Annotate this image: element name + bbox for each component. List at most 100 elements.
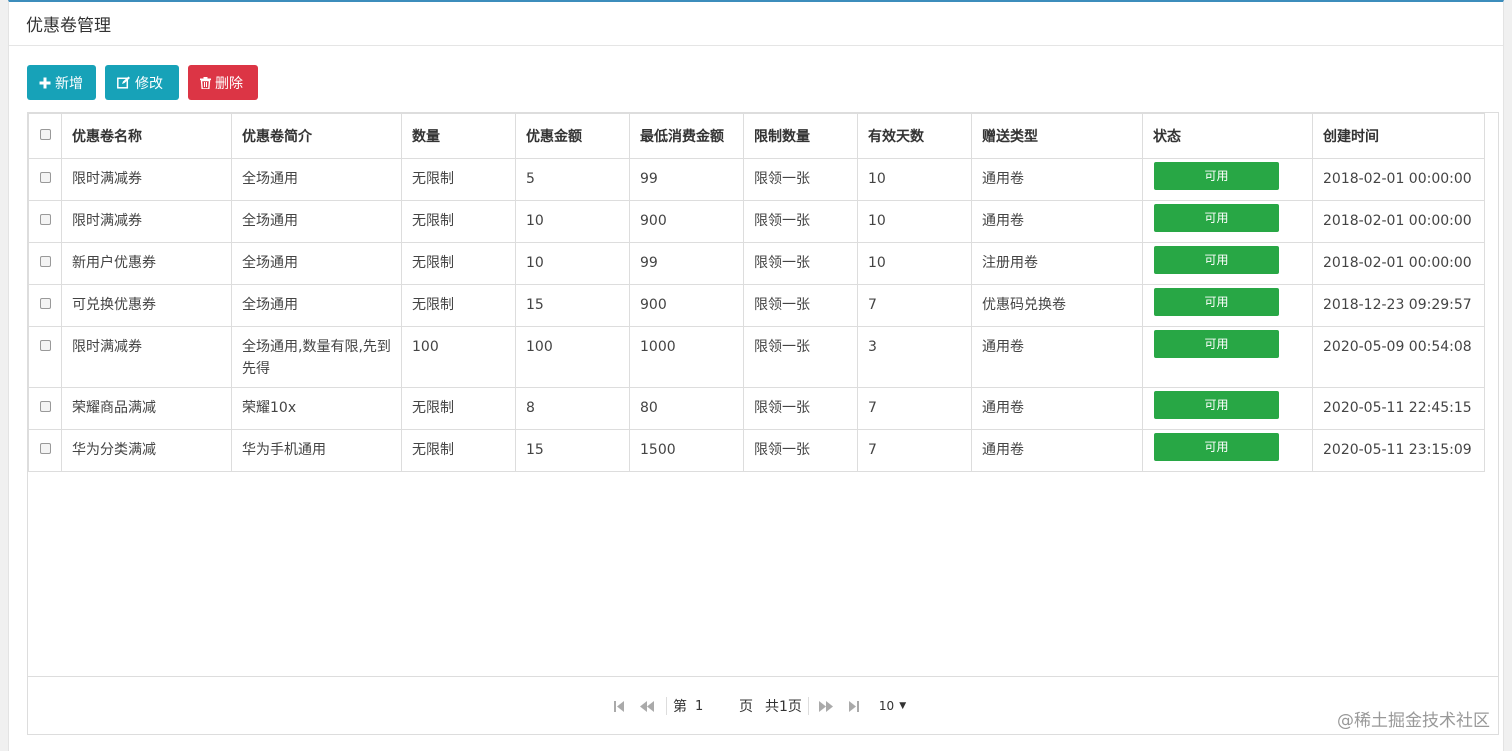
table-cell: 通用卷 (971, 326, 1143, 388)
table-cell: 900 (629, 284, 744, 327)
row-checkbox[interactable] (39, 172, 51, 183)
add-button-label: 新增 (55, 75, 83, 92)
table-cell: 15 (515, 284, 630, 327)
next-page-icon[interactable] (815, 696, 837, 716)
table-cell: 通用卷 (971, 429, 1143, 472)
delete-button-label: 删除 (215, 75, 243, 92)
row-checkbox[interactable] (39, 298, 51, 309)
status-cell: 可用 (1142, 200, 1313, 243)
table-cell: 2020-05-11 23:15:09 (1312, 429, 1485, 472)
prev-page-icon[interactable] (636, 696, 658, 716)
pager-divider (807, 697, 809, 715)
panel-header: 优惠卷管理 (9, 2, 1503, 46)
row-checkbox[interactable] (39, 256, 51, 267)
table-cell: 99 (629, 242, 744, 285)
table-cell: 限领一张 (743, 200, 858, 243)
table-row[interactable]: 可兑换优惠券 全场通用 无限制 15 900 限领一张 7 优惠码兑换卷 可用 2018-12-2… (28, 284, 1485, 327)
table-cell: 8 (515, 387, 630, 430)
table-cell: 15 (515, 429, 630, 472)
status-badge[interactable]: 可用 (1154, 288, 1279, 316)
table-row[interactable]: 新用户优惠券 全场通用 无限制 10 99 限领一张 10 注册用卷 可用 2018-02-01 … (28, 242, 1485, 285)
column-header[interactable]: 数量 (401, 113, 516, 159)
table-cell: 2018-02-01 00:00:00 (1312, 242, 1485, 285)
table-cell: 2020-05-09 00:54:08 (1312, 326, 1485, 388)
table-cell: 无限制 (401, 158, 516, 201)
table-row[interactable]: 限时满减券 全场通用 无限制 5 99 限领一张 10 通用卷 可用 2018-02-01 00:… (28, 158, 1485, 201)
coupon-grid: 优惠卷名称 优惠卷简介 数量 优惠金额 最低消费金额 限制数量 有效天数 赠送类… (27, 112, 1499, 735)
table-cell: 10 (857, 200, 972, 243)
coupon-panel: 优惠卷管理 新增 修改 删除 优惠卷名称 优惠卷简介 数量 优惠金额 最低消费金… (8, 0, 1504, 751)
table-row[interactable]: 华为分类满减 华为手机通用 无限制 15 1500 限领一张 7 通用卷 可用 2020-05-1… (28, 429, 1485, 472)
edit-icon (117, 76, 131, 89)
table-cell: 无限制 (401, 242, 516, 285)
table-cell: 全场通用 (231, 158, 402, 201)
status-badge[interactable]: 可用 (1154, 391, 1279, 419)
table-cell: 优惠码兑换卷 (971, 284, 1143, 327)
table-cell: 限时满减券 (61, 200, 232, 243)
table-cell: 限领一张 (743, 326, 858, 388)
status-badge[interactable]: 可用 (1154, 433, 1279, 461)
status-cell: 可用 (1142, 387, 1313, 430)
column-header[interactable]: 优惠卷简介 (231, 113, 402, 159)
toolbar: 新增 修改 删除 (27, 65, 258, 100)
status-badge[interactable]: 可用 (1154, 246, 1279, 274)
table-cell: 10 (857, 158, 972, 201)
table-cell: 7 (857, 429, 972, 472)
table-row[interactable]: 限时满减券 全场通用 无限制 10 900 限领一张 10 通用卷 可用 2018-02-01 0… (28, 200, 1485, 243)
row-checkbox-cell (28, 387, 62, 430)
row-checkbox[interactable] (39, 214, 51, 225)
column-header[interactable]: 限制数量 (743, 113, 858, 159)
table-row[interactable]: 荣耀商品满减 荣耀10x 无限制 8 80 限领一张 7 通用卷 可用 2020-05-11 22… (28, 387, 1485, 430)
status-badge[interactable]: 可用 (1154, 162, 1279, 190)
status-cell: 可用 (1142, 429, 1313, 472)
table-cell: 1000 (629, 326, 744, 388)
table-cell: 10 (515, 242, 630, 285)
table-cell: 无限制 (401, 284, 516, 327)
page-title: 优惠卷管理 (26, 16, 111, 36)
column-header[interactable]: 优惠金额 (515, 113, 630, 159)
watermark: @稀土掘金技术社区 (1337, 711, 1490, 731)
status-cell: 可用 (1142, 242, 1313, 285)
select-all-checkbox[interactable] (39, 129, 51, 140)
column-header[interactable]: 有效天数 (857, 113, 972, 159)
pagination: 第 页 共1页 10 ▼ (608, 696, 906, 716)
table-cell: 华为手机通用 (231, 429, 402, 472)
column-header[interactable]: 赠送类型 (971, 113, 1143, 159)
table-cell: 通用卷 (971, 200, 1143, 243)
edit-button[interactable]: 修改 (105, 65, 179, 100)
table-cell: 荣耀10x (231, 387, 402, 430)
status-cell: 可用 (1142, 326, 1313, 388)
table-row[interactable]: 限时满减券 全场通用,数量有限,先到先得 100 100 1000 限领一张 3 通用卷 可用 2… (28, 326, 1485, 388)
caret-down-icon: ▼ (899, 701, 907, 711)
column-header[interactable]: 状态 (1142, 113, 1313, 159)
page-size-select[interactable]: 10 ▼ (879, 699, 906, 713)
table-cell: 新用户优惠券 (61, 242, 232, 285)
status-badge[interactable]: 可用 (1154, 204, 1279, 232)
add-button[interactable]: 新增 (27, 65, 96, 100)
table-cell: 100 (515, 326, 630, 388)
delete-button[interactable]: 删除 (188, 65, 258, 100)
table-cell: 全场通用 (231, 200, 402, 243)
last-page-icon[interactable] (843, 696, 865, 716)
row-checkbox[interactable] (39, 443, 51, 454)
table-cell: 限领一张 (743, 284, 858, 327)
table-cell: 限领一张 (743, 429, 858, 472)
row-checkbox[interactable] (39, 340, 51, 351)
first-page-icon[interactable] (608, 696, 630, 716)
table-cell: 3 (857, 326, 972, 388)
table-cell: 全场通用,数量有限,先到先得 (231, 326, 402, 388)
table-cell: 900 (629, 200, 744, 243)
table-header-row: 优惠卷名称 优惠卷简介 数量 优惠金额 最低消费金额 限制数量 有效天数 赠送类… (28, 113, 1485, 159)
column-header[interactable]: 最低消费金额 (629, 113, 744, 159)
page-prefix: 第 (673, 699, 687, 715)
table-cell: 10 (857, 242, 972, 285)
row-checkbox[interactable] (39, 401, 51, 412)
column-header[interactable]: 创建时间 (1312, 113, 1485, 159)
edit-button-label: 修改 (135, 75, 163, 92)
table-cell: 1500 (629, 429, 744, 472)
status-badge[interactable]: 可用 (1154, 330, 1279, 358)
status-cell: 可用 (1142, 284, 1313, 327)
table-cell: 注册用卷 (971, 242, 1143, 285)
column-header[interactable]: 优惠卷名称 (61, 113, 232, 159)
page-number-input[interactable] (691, 696, 739, 716)
